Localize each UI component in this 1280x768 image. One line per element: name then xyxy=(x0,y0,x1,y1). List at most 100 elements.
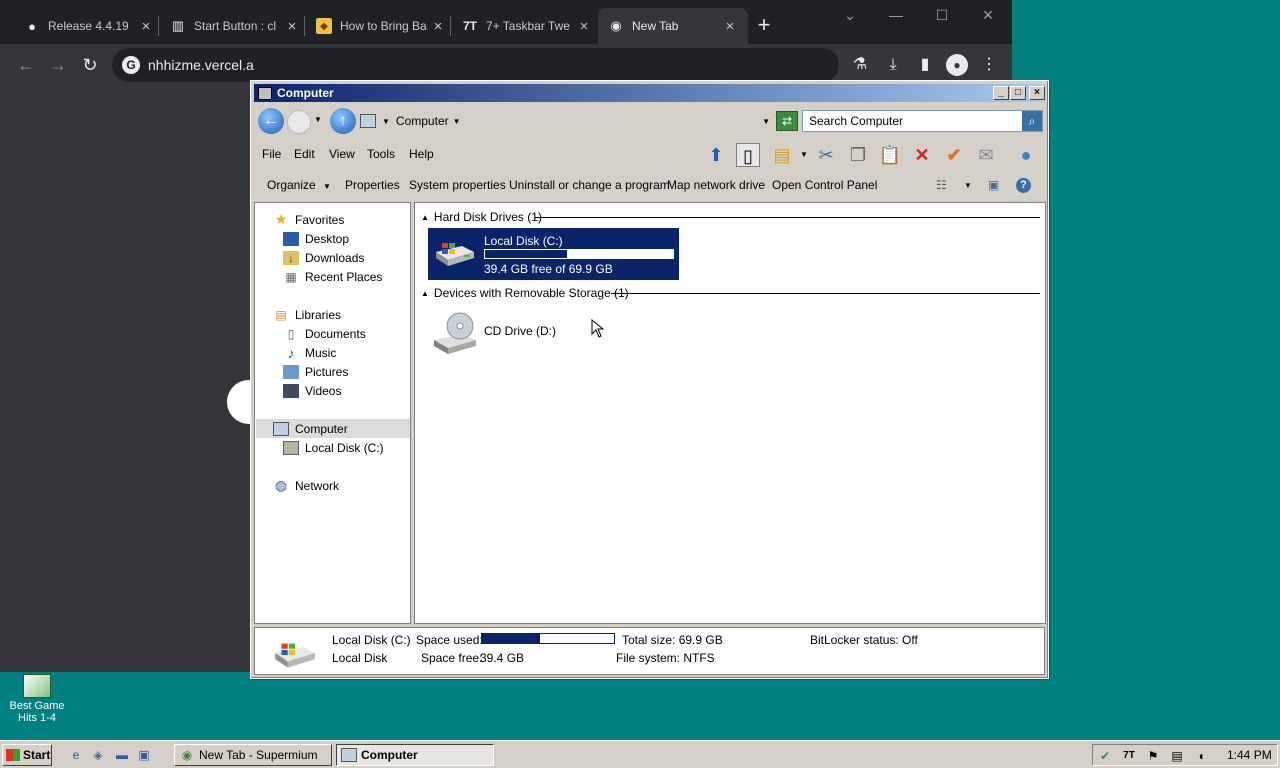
chevron-down-icon[interactable]: ▼ xyxy=(382,117,390,126)
close-window-icon[interactable]: × xyxy=(968,4,1008,28)
nav-downloads[interactable]: ↓ Downloads xyxy=(283,248,364,267)
open-control-panel-button[interactable]: Open Control Panel xyxy=(772,178,877,192)
uninstall-program-button[interactable]: Uninstall or change a program xyxy=(509,178,670,192)
map-network-drive-button[interactable]: Map network drive xyxy=(667,178,765,192)
menu-edit[interactable]: Edit xyxy=(294,147,315,161)
menu-tools[interactable]: Tools xyxy=(367,147,395,161)
tab-taskbar-tweaker[interactable]: 7T 7+ Taskbar Twe × xyxy=(452,8,602,44)
address-bar[interactable]: G nhhizme.vercel.a xyxy=(112,48,839,82)
cut-icon[interactable]: ✂ xyxy=(814,143,838,167)
nav-music[interactable]: ♪ Music xyxy=(283,343,337,362)
task-computer[interactable]: Computer xyxy=(336,744,494,766)
search-icon[interactable]: ⌕ xyxy=(1022,111,1042,131)
minimize-icon[interactable]: — xyxy=(876,4,916,28)
up-button[interactable]: ↑ xyxy=(330,108,356,134)
download-icon[interactable]: ⤓ xyxy=(882,54,904,76)
views-icon[interactable]: ▤ xyxy=(770,143,794,167)
close-icon[interactable]: × xyxy=(284,18,300,35)
volume-icon[interactable]: ◖ xyxy=(1193,748,1209,764)
nav-recent-places[interactable]: ▦ Recent Places xyxy=(283,267,382,286)
close-icon[interactable]: × xyxy=(576,18,592,35)
group-hard-disk-drives[interactable]: ▲ Hard Disk Drives (1) xyxy=(421,209,542,225)
address-dropdown-icon[interactable]: ▼ xyxy=(762,117,770,126)
start-button[interactable]: Start xyxy=(2,744,52,766)
nav-pictures[interactable]: Pictures xyxy=(283,362,348,381)
nav-documents[interactable]: ▯ Documents xyxy=(283,324,366,343)
checkmark-icon[interactable]: ✔ xyxy=(942,143,966,167)
explorer-address-bar[interactable]: ▼ Computer ▼ ▼ xyxy=(358,110,770,132)
nav-desktop[interactable]: Desktop xyxy=(283,229,349,248)
menu-file[interactable]: File xyxy=(262,147,281,161)
close-icon[interactable]: × xyxy=(430,18,446,35)
tab-how-to[interactable]: ◆ How to Bring Ba × xyxy=(306,8,456,44)
security-icon[interactable]: ✔ xyxy=(1097,748,1113,764)
delete-icon[interactable]: ✕ xyxy=(910,143,934,167)
action-center-flag-icon[interactable]: ⚑ xyxy=(1145,748,1161,764)
new-tab-button[interactable]: + xyxy=(752,12,776,40)
nav-local-disk[interactable]: Local Disk (C:) xyxy=(283,438,384,457)
nav-computer[interactable]: Computer xyxy=(273,419,348,438)
total-size: Total size: 69.9 GB xyxy=(622,633,723,647)
views-dropdown-icon[interactable]: ▼ xyxy=(792,143,816,167)
desktop-icon-label-line-1: Best Game xyxy=(9,700,65,712)
close-icon[interactable]: × xyxy=(138,18,154,35)
minimize-button[interactable]: _ xyxy=(993,86,1009,100)
tab-release[interactable]: ● Release 4.4.19 × xyxy=(14,8,164,44)
organize-button[interactable]: Organize ▼ xyxy=(267,178,331,192)
show-desktop-icon[interactable]: ▬ xyxy=(114,747,130,763)
internet-explorer-icon[interactable]: e xyxy=(68,747,84,763)
go-button[interactable]: ⇄ xyxy=(776,111,798,131)
space-used-bar xyxy=(481,633,615,644)
drive-c-tile[interactable]: Local Disk (C:) 39.4 GB free of 69.9 GB xyxy=(428,228,679,280)
search-input[interactable]: Search Computer ⌕ xyxy=(802,110,1043,132)
documents-icon: ▯ xyxy=(287,326,295,341)
close-button[interactable]: × xyxy=(1029,86,1045,100)
forward-button[interactable] xyxy=(287,110,311,134)
folders-pane-icon[interactable]: ▯ xyxy=(736,143,760,167)
chevron-down-icon[interactable]: ▼ xyxy=(453,117,461,126)
side-panel-icon[interactable]: ▮ xyxy=(914,54,936,76)
title-bar[interactable]: Computer _ □ × xyxy=(254,84,1045,102)
tab-new-tab[interactable]: ◉ New Tab × xyxy=(598,8,748,44)
back-icon[interactable]: ← xyxy=(14,53,38,77)
close-icon[interactable]: × xyxy=(722,18,738,35)
view-dropdown-icon[interactable]: ▼ xyxy=(964,181,972,190)
nav-favorites[interactable]: ★ Favorites xyxy=(273,210,345,229)
back-button[interactable]: ← xyxy=(258,108,284,134)
task-new-tab-supermium[interactable]: ◉ New Tab - Supermium xyxy=(174,744,332,766)
properties-button[interactable]: Properties xyxy=(345,178,400,192)
nav-libraries[interactable]: ▤ Libraries xyxy=(273,305,341,324)
up-folder-icon[interactable]: ⬆ xyxy=(704,143,728,167)
maximize-button[interactable]: □ xyxy=(1010,86,1026,100)
menu-kebab-icon[interactable]: ⋮ xyxy=(978,54,1000,76)
system-properties-button[interactable]: System properties xyxy=(409,178,506,192)
labs-flask-icon[interactable]: ⚗ xyxy=(849,54,871,76)
recent-pages-chevron-icon[interactable]: ▼ xyxy=(314,115,322,124)
clock[interactable]: 1:44 PM xyxy=(1227,748,1272,762)
paste-icon[interactable]: 📋 xyxy=(878,143,902,167)
profile-icon[interactable]: ● xyxy=(946,54,968,76)
maximize-icon[interactable]: ☐ xyxy=(922,4,962,28)
nav-network[interactable]: ◍ Network xyxy=(273,476,339,495)
reload-icon[interactable]: ↻ xyxy=(78,53,102,77)
email-icon[interactable]: ✉ xyxy=(974,143,998,167)
group-removable-storage[interactable]: ▲ Devices with Removable Storage (1) xyxy=(421,285,629,301)
nav-videos[interactable]: Videos xyxy=(283,381,341,400)
forward-icon[interactable]: → xyxy=(46,53,70,77)
tab-separator xyxy=(450,16,451,36)
globe-icon[interactable]: ● xyxy=(1014,143,1038,167)
preview-pane-icon[interactable]: ▣ xyxy=(988,178,999,192)
desktop-shortcut-best-game-hits[interactable]: Best Game Hits 1-4 xyxy=(4,674,70,730)
7tt-tray-icon[interactable]: 7T xyxy=(1121,748,1137,764)
window-switch-icon[interactable]: ▣ xyxy=(136,747,152,763)
change-view-icon[interactable]: ☷ xyxy=(936,178,947,192)
space-used-label: Space used: xyxy=(416,633,483,647)
menu-help[interactable]: Help xyxy=(409,147,434,161)
network-tray-icon[interactable]: ▤ xyxy=(1169,748,1185,764)
tab-start-button[interactable]: ▥ Start Button : cl × xyxy=(160,8,310,44)
menu-view[interactable]: View xyxy=(329,147,355,161)
copy-icon[interactable]: ❐ xyxy=(846,143,870,167)
help-icon[interactable]: ? xyxy=(1016,178,1031,193)
tab-search-icon[interactable]: ⌄ xyxy=(830,4,870,28)
3d-box-icon[interactable]: ◈ xyxy=(90,747,106,763)
